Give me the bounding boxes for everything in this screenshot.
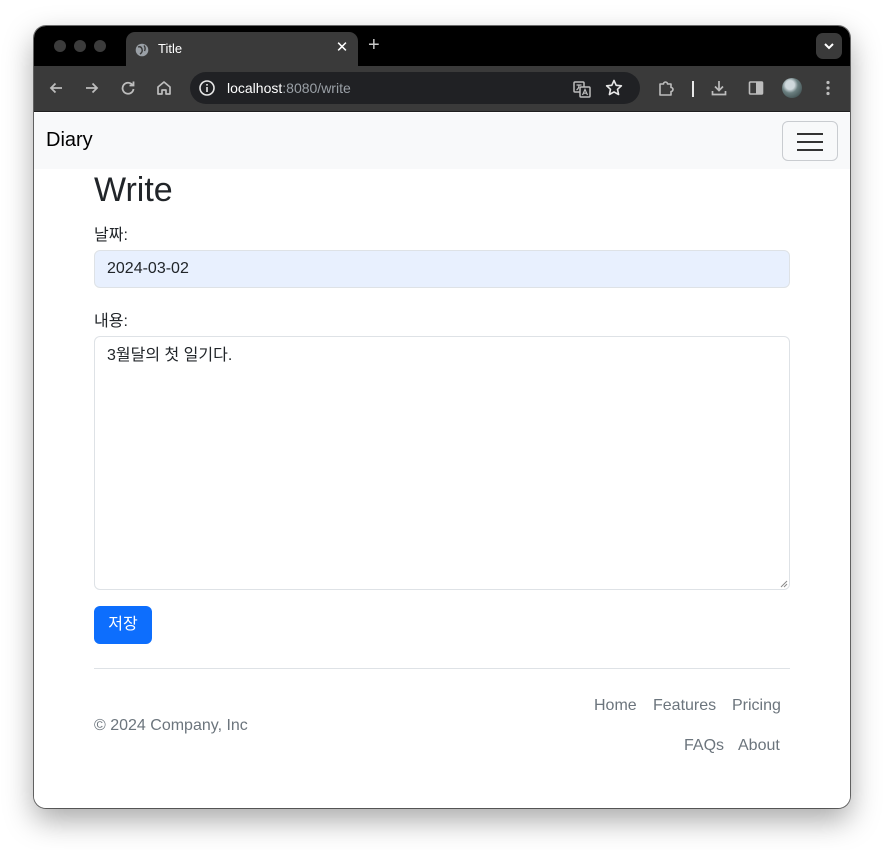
- profile-avatar[interactable]: [782, 78, 802, 98]
- browser-toolbar: localhost:8080/write: [34, 66, 850, 112]
- toolbar-separator: [692, 81, 694, 97]
- navbar-brand[interactable]: Diary: [46, 129, 93, 152]
- tab-title: Title: [158, 41, 183, 56]
- browser-window: Title ✕ + localhost:8080/write Diary Wri…: [34, 26, 850, 808]
- url-host: localhost: [227, 80, 283, 96]
- url-path: :8080/write: [282, 80, 351, 96]
- info-icon[interactable]: [198, 79, 216, 97]
- resize-handle-icon[interactable]: [778, 578, 788, 588]
- download-icon[interactable]: [708, 77, 730, 99]
- tab-strip: Title ✕ +: [34, 26, 850, 66]
- footer-link-faqs[interactable]: FAQs: [684, 737, 724, 755]
- chevron-down-icon: [824, 43, 834, 50]
- globe-icon: [135, 43, 149, 57]
- forward-icon[interactable]: [81, 77, 103, 99]
- star-icon[interactable]: [604, 78, 624, 98]
- footer-link-features[interactable]: Features: [653, 697, 716, 715]
- save-button[interactable]: 저장: [94, 606, 152, 644]
- date-label: 날짜:: [94, 227, 128, 244]
- content-textarea[interactable]: 3월달의 첫 일기다.: [94, 336, 790, 590]
- hamburger-line: [797, 133, 823, 135]
- window-close-dot[interactable]: [54, 40, 66, 52]
- window-minimize-dot[interactable]: [74, 40, 86, 52]
- footer-divider: [94, 668, 790, 669]
- window-zoom-dot[interactable]: [94, 40, 106, 52]
- extensions-icon[interactable]: [655, 77, 677, 99]
- footer-link-about[interactable]: About: [738, 737, 780, 755]
- menu-icon[interactable]: [817, 77, 839, 99]
- navbar-toggler-button[interactable]: [782, 121, 838, 161]
- date-input[interactable]: 2024-03-02: [94, 250, 790, 288]
- content-text: 3월달의 첫 일기다.: [107, 347, 233, 364]
- translate-icon[interactable]: [572, 79, 592, 99]
- footer-link-home[interactable]: Home: [594, 697, 637, 715]
- home-icon[interactable]: [153, 77, 175, 99]
- tab-close-icon[interactable]: ✕: [334, 39, 350, 57]
- sidepanel-icon[interactable]: [745, 77, 767, 99]
- hamburger-line: [797, 149, 823, 151]
- navbar: Diary: [34, 113, 850, 169]
- reload-icon[interactable]: [117, 77, 139, 99]
- footer-link-pricing[interactable]: Pricing: [732, 697, 781, 715]
- back-icon[interactable]: [45, 77, 67, 99]
- address-bar[interactable]: localhost:8080/write: [190, 72, 640, 104]
- content-label: 내용:: [94, 313, 128, 330]
- tab-search-button[interactable]: [816, 33, 842, 59]
- page-title: Write: [94, 171, 173, 209]
- browser-tab[interactable]: Title ✕: [126, 32, 358, 66]
- url-text[interactable]: localhost:8080/write: [227, 80, 351, 96]
- new-tab-button[interactable]: +: [368, 35, 380, 55]
- hamburger-line: [797, 141, 823, 143]
- footer-copyright: © 2024 Company, Inc: [94, 717, 248, 734]
- page-content: Diary Write 날짜: 2024-03-02 내용: 3월달의 첫 일기…: [34, 113, 850, 808]
